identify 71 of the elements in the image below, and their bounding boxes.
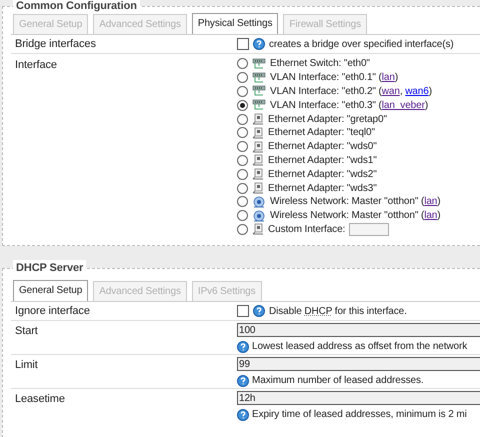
field-label: Bridge interfaces — [14, 36, 97, 52]
interface-option: Wireless Network: Master "otthon" (lan) — [270, 208, 440, 224]
custom-interface-field[interactable] — [349, 222, 390, 236]
network-adapter-icon — [252, 182, 264, 194]
radio-button[interactable] — [237, 168, 248, 180]
interface-option: Ethernet Adapter: "gretap0" — [268, 112, 387, 127]
network-switch-icon — [252, 72, 266, 84]
network-link[interactable]: lan_veber — [382, 100, 425, 111]
interface-option: VLAN Interface: "eth0.1" (lan) — [270, 70, 398, 86]
network-switch-icon — [252, 58, 266, 70]
network-adapter-icon — [252, 154, 264, 166]
network-link[interactable]: wan — [382, 86, 400, 97]
field-label: Leasetime — [14, 392, 66, 407]
help-text: creates a bridge over specified interface(s) — [269, 38, 454, 52]
network-link[interactable]: lan — [424, 210, 438, 222]
radio-button[interactable] — [237, 196, 248, 208]
radio-button[interactable] — [237, 141, 248, 152]
network-adapter-icon — [252, 168, 264, 180]
network-adapter-icon — [252, 140, 264, 153]
field-label: Ignore interface — [14, 304, 91, 319]
interface-option: Ethernet Adapter: "teql0" — [268, 125, 375, 140]
network-adapter-icon — [252, 223, 264, 236]
field-label: Start — [14, 324, 39, 339]
interface-option: Custom Interface: — [268, 222, 346, 237]
interface-option: Ethernet Adapter: "wds3" — [268, 180, 377, 196]
network-switch-icon — [252, 85, 266, 98]
field-label: Interface — [14, 58, 58, 73]
network-link[interactable]: wan6 — [405, 86, 429, 97]
radio-button[interactable] — [237, 224, 248, 235]
field-label: Limit — [14, 358, 39, 373]
help-icon — [237, 408, 249, 420]
tab[interactable]: Physical Settings — [192, 13, 278, 34]
help-text: Disable DHCP for this interface. — [269, 304, 407, 318]
radio-button[interactable] — [237, 114, 248, 125]
radio-button[interactable] — [237, 58, 248, 70]
checkbox[interactable] — [237, 38, 249, 50]
help-icon — [253, 38, 265, 50]
help-text: Expiry time of leased addresses, minimum is 2 mi — [252, 408, 467, 422]
tab[interactable]: General Setup — [13, 280, 88, 301]
radio-button[interactable] — [237, 154, 248, 166]
network-switch-icon — [252, 99, 266, 112]
interface-option: Ethernet Switch: "eth0" — [270, 56, 370, 72]
help-text: Lowest leased address as offset from the network — [252, 340, 468, 354]
interface-option: Ethernet Adapter: "wds1" — [268, 152, 377, 168]
radio-button[interactable] — [237, 72, 248, 84]
radio-button[interactable] — [237, 182, 248, 194]
interface-option: Ethernet Adapter: "wds0" — [268, 139, 377, 154]
interface-option: Wireless Network: Master "otthon" (lan) — [270, 194, 440, 210]
help-icon — [237, 340, 249, 352]
checkbox[interactable] — [237, 305, 249, 317]
text-field[interactable]: 99 — [237, 357, 480, 371]
network-link[interactable]: lan — [382, 72, 395, 84]
interface-option: VLAN Interface: "eth0.2" (wan, wan6) — [270, 84, 432, 99]
text-field[interactable]: 12h — [237, 391, 480, 405]
network-adapter-icon — [252, 113, 264, 126]
radio-button[interactable] — [237, 100, 248, 111]
abbreviation: DHCP — [304, 306, 332, 316]
interface-option: Ethernet Adapter: "wds2" — [268, 166, 377, 182]
help-icon — [237, 374, 249, 386]
interface-option: VLAN Interface: "eth0.3" (lan_veber) — [270, 98, 428, 113]
radio-button[interactable] — [237, 210, 248, 222]
wireless-icon — [252, 210, 266, 222]
network-adapter-icon — [252, 126, 264, 139]
section-legend: Common Configuration — [13, 0, 140, 12]
wireless-icon — [252, 196, 266, 208]
text-field[interactable]: 100 — [237, 323, 480, 337]
help-text: Maximum number of leased addresses. — [252, 374, 424, 388]
network-link[interactable]: lan — [424, 196, 438, 208]
radio-button[interactable] — [237, 127, 248, 138]
help-icon — [253, 305, 265, 317]
radio-button[interactable] — [237, 86, 248, 97]
